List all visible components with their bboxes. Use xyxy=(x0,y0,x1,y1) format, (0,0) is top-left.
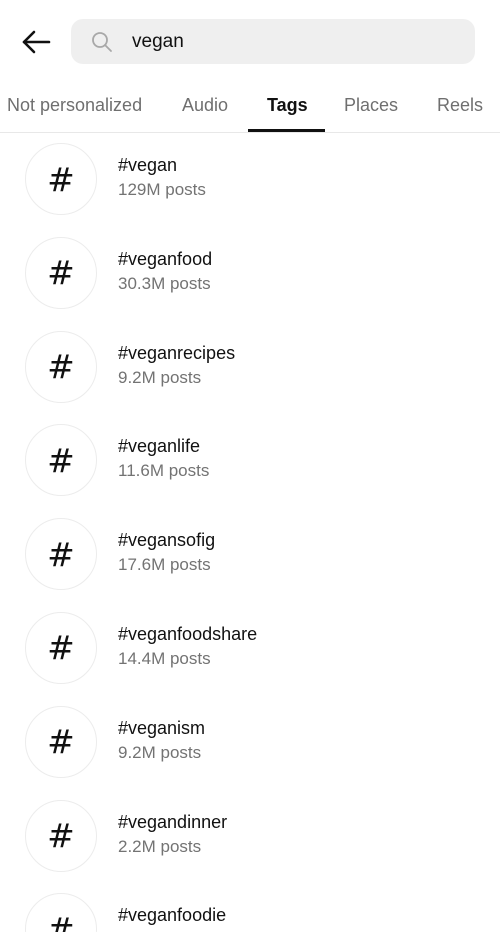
search-bar[interactable] xyxy=(71,19,475,64)
tag-name: #veganfoodshare xyxy=(118,623,258,644)
search-screen: Not personalized Audio Tags Places Reels… xyxy=(0,0,500,932)
back-button[interactable] xyxy=(16,24,56,60)
tab-reels[interactable]: Reels xyxy=(437,84,483,132)
tag-name: #veganism xyxy=(118,717,206,738)
tag-row[interactable]: # #veganlife 11.6M posts xyxy=(0,415,500,509)
hashtag-icon: # xyxy=(25,424,97,497)
search-tabs: Not personalized Audio Tags Places Reels xyxy=(0,84,500,133)
tag-post-count: 129M posts xyxy=(118,180,206,199)
tab-places[interactable]: Places xyxy=(344,84,398,132)
hashtag-icon: # xyxy=(25,705,97,778)
tag-post-count: 30.3M posts xyxy=(118,273,211,293)
tag-post-count: 11.6M posts xyxy=(118,461,210,481)
tag-row[interactable]: # #veganism 9.2M posts xyxy=(0,697,500,791)
hashtag-icon: # xyxy=(25,611,97,684)
tab-tags[interactable]: Tags xyxy=(267,84,308,132)
tag-row[interactable]: # #veganrecipes 9.2M posts xyxy=(0,322,500,416)
tag-post-count: 9.2M posts xyxy=(118,367,202,387)
tab-audio[interactable]: Audio xyxy=(182,84,228,132)
tag-post-count: 9.2M posts xyxy=(118,742,202,762)
tag-row[interactable]: # #veganfoodshare 14.4M posts xyxy=(0,603,500,697)
tag-name: #veganfood xyxy=(118,248,213,269)
tag-row[interactable]: # #vegandinner 2.2M posts xyxy=(0,791,500,885)
tag-row[interactable]: # #vegansofig 17.6M posts xyxy=(0,509,500,603)
tag-results-list: # #vegan 129M posts # #veganfood 30.3M p… xyxy=(0,134,500,932)
active-tab-indicator xyxy=(248,129,325,132)
tag-name: #veganlife xyxy=(118,436,201,457)
tag-name: #veganrecipes xyxy=(118,342,236,363)
tag-row[interactable]: # #veganfoodie xyxy=(0,884,500,932)
tab-not-personalized[interactable]: Not personalized xyxy=(7,84,142,132)
tag-name: #vegandinner xyxy=(118,811,228,832)
tag-post-count: 17.6M posts xyxy=(118,555,211,575)
tag-post-count: 14.4M posts xyxy=(118,648,211,668)
search-header xyxy=(0,0,500,84)
tag-name: #vegan xyxy=(118,155,178,175)
hashtag-icon: # xyxy=(25,236,97,309)
tag-name: #vegansofig xyxy=(118,530,216,551)
hashtag-icon: # xyxy=(25,330,97,403)
tag-row[interactable]: # #veganfood 30.3M posts xyxy=(0,228,500,322)
search-input[interactable] xyxy=(132,19,462,64)
hashtag-icon: # xyxy=(25,143,97,215)
hashtag-icon: # xyxy=(25,799,97,872)
arrow-left-icon xyxy=(22,30,51,54)
hashtag-icon: # xyxy=(25,518,97,591)
hashtag-icon: # xyxy=(25,893,97,932)
search-icon xyxy=(92,32,112,52)
tag-row[interactable]: # #vegan 129M posts xyxy=(0,134,500,228)
tag-name: #veganfoodie xyxy=(118,905,227,926)
tag-post-count: 2.2M posts xyxy=(118,836,202,856)
